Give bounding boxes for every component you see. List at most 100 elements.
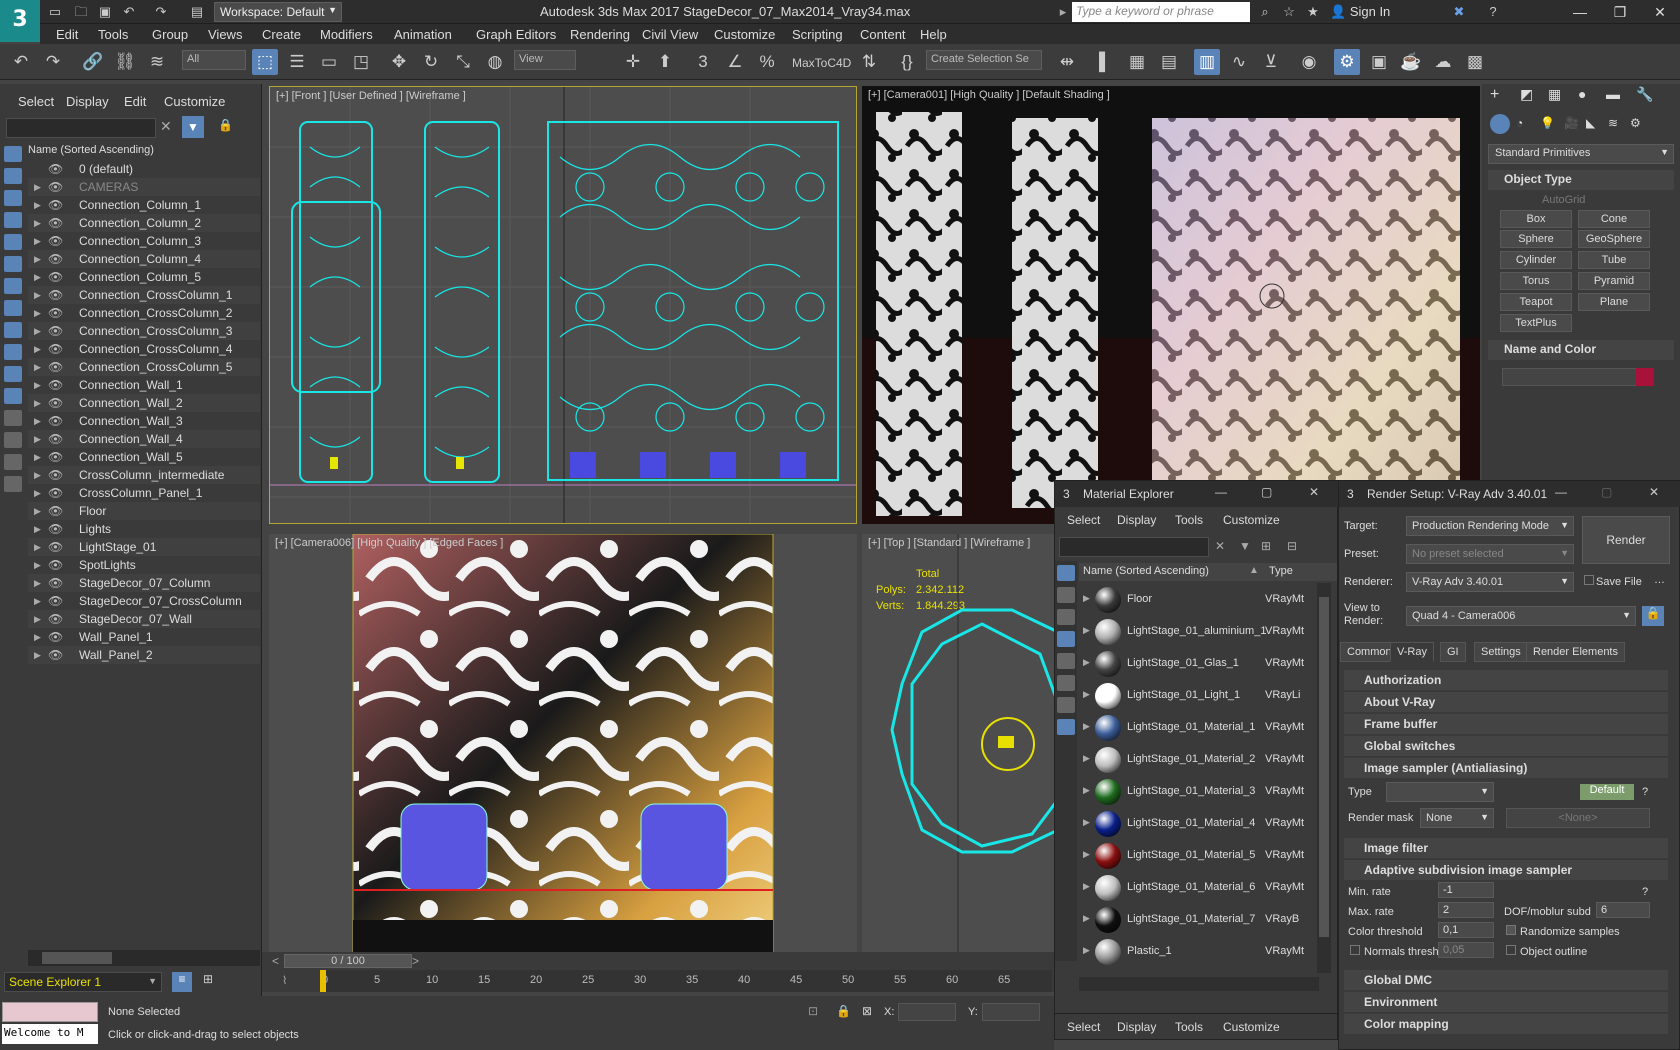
expand-arrow-icon[interactable]: ▶ — [34, 178, 41, 196]
expand-arrow-icon[interactable]: ▶ — [1083, 689, 1090, 700]
display-materials-icon[interactable] — [1057, 565, 1075, 581]
visibility-eye-icon[interactable]: 👁 — [48, 196, 63, 214]
color-mapping-section[interactable]: Color mapping — [1344, 1014, 1668, 1034]
place-icon[interactable]: ◍ — [482, 49, 508, 75]
visibility-eye-icon[interactable]: 👁 — [48, 322, 63, 340]
create-tab-icon[interactable]: + — [1490, 86, 1499, 104]
undo-icon[interactable]: ↶ — [120, 3, 138, 21]
teapot-button[interactable]: Teapot — [1500, 293, 1572, 311]
display-cameras-icon[interactable] — [4, 212, 22, 228]
scene-list-item[interactable]: ▶ 👁 Connection_CrossColumn_4 — [28, 340, 260, 358]
time-slider[interactable]: 0 / 100 — [284, 954, 412, 968]
more-options-icon[interactable]: … — [1654, 574, 1665, 586]
systems-icon[interactable]: ⚙ — [1630, 116, 1641, 130]
authorization-section[interactable]: Authorization — [1344, 670, 1668, 690]
search-input[interactable]: Type a keyword or phrase — [1072, 2, 1250, 22]
tube-button[interactable]: Tube — [1578, 251, 1650, 269]
cameras-icon[interactable]: 🎥 — [1564, 116, 1579, 130]
chevron-right-icon[interactable]: ▸ — [1054, 3, 1072, 21]
scene-list-item[interactable]: ▶ 👁 CAMERAS — [28, 178, 260, 196]
torus-button[interactable]: Torus — [1500, 272, 1572, 290]
target-dropdown[interactable]: Production Rendering Mode ▼ — [1406, 516, 1574, 536]
mirror-icon[interactable]: ⇹ — [1054, 49, 1080, 75]
named-selection-icon[interactable]: {} — [894, 49, 920, 75]
visibility-eye-icon[interactable]: 👁 — [48, 286, 63, 304]
display-bones-icon[interactable] — [4, 322, 22, 338]
material-list-item[interactable]: ▶ LightStage_01_Light_1 VRayLi — [1079, 679, 1325, 713]
selection-filter-dropdown[interactable]: All — [182, 50, 246, 70]
scene-list-item[interactable]: ▶ 👁 Connection_CrossColumn_5 — [28, 358, 260, 376]
visibility-eye-icon[interactable]: 👁 — [48, 592, 63, 610]
visibility-eye-icon[interactable]: 👁 — [48, 232, 63, 250]
visibility-eye-icon[interactable]: 👁 — [48, 178, 63, 196]
visibility-eye-icon[interactable]: 👁 — [48, 448, 63, 466]
scale-icon[interactable]: ⤡ — [450, 49, 476, 75]
expand-arrow-icon[interactable]: ▶ — [34, 304, 41, 322]
scene-list-item[interactable]: ▶ 👁 Floor — [28, 502, 260, 520]
helpers-icon[interactable]: ◣ — [1586, 116, 1595, 130]
plane-button[interactable]: Plane — [1578, 293, 1650, 311]
matexp-bottom-display[interactable]: Display — [1117, 1020, 1156, 1034]
scene-horizontal-scrollbar[interactable] — [28, 950, 260, 966]
space-warps-icon[interactable]: ≋ — [1608, 116, 1618, 130]
menu-content[interactable]: Content — [860, 27, 906, 42]
scene-list-item[interactable]: ▶ 👁 Connection_Column_4 — [28, 250, 260, 268]
expand-arrow-icon[interactable]: ▶ — [34, 502, 41, 520]
tab-settings[interactable]: Settings — [1474, 642, 1528, 662]
close-button[interactable]: ✕ — [1649, 485, 1659, 499]
viewport-front-label[interactable]: [+] [Front ] [User Defined ] [Wireframe … — [276, 90, 466, 102]
open-file-icon[interactable]: 🗀 — [72, 3, 90, 21]
view-to-render-dropdown[interactable]: Quad 4 - Camera006 ▼ — [1406, 606, 1636, 626]
display-hidden-icon[interactable] — [4, 388, 22, 404]
expand-arrow-icon[interactable]: ▶ — [34, 250, 41, 268]
expand-arrow-icon[interactable]: ▶ — [34, 466, 41, 484]
visibility-eye-icon[interactable]: 👁 — [48, 430, 63, 448]
expand-arrow-icon[interactable]: ▶ — [1083, 721, 1090, 732]
schematic-view-icon[interactable]: ⊻ — [1258, 49, 1284, 75]
scene-list-item[interactable]: ▶ 👁 StageDecor_07_CrossColumn — [28, 592, 260, 610]
binoculars-icon[interactable]: ⌕ — [1256, 3, 1274, 21]
expand-arrow-icon[interactable]: ▶ — [1083, 593, 1090, 604]
help-icon[interactable]: ? — [1642, 786, 1648, 798]
expand-arrow-icon[interactable]: ▶ — [34, 232, 41, 250]
scene-menu-display[interactable]: Display — [66, 94, 109, 109]
material-list-item[interactable]: ▶ LightStage_01_Glas_1 VRayMt — [1079, 647, 1325, 681]
reference-coordinate-dropdown[interactable]: View — [514, 50, 576, 70]
link-icon[interactable]: 🔗 — [80, 49, 106, 75]
menu-civil-view[interactable]: Civil View — [642, 27, 698, 42]
menu-views[interactable]: Views — [208, 27, 242, 42]
project-icon[interactable]: ▤ — [188, 3, 206, 21]
selection-set-dropdown[interactable]: Create Selection Se — [926, 50, 1042, 70]
normals-checkbox[interactable] — [1350, 945, 1360, 955]
scene-list-item[interactable]: ▶ 👁 Lights — [28, 520, 260, 538]
layer-explorer-toggle-icon[interactable]: ≡ — [172, 972, 192, 992]
expand-arrow-icon[interactable]: ▶ — [1083, 881, 1090, 892]
tab-gi[interactable]: GI — [1440, 642, 1466, 662]
visibility-eye-icon[interactable]: 👁 — [48, 484, 63, 502]
menu-help[interactable]: Help — [920, 27, 947, 42]
select-object-icon[interactable]: ⬚ — [252, 49, 278, 75]
scene-list-item[interactable]: ▶ 👁 CrossColumn_Panel_1 — [28, 484, 260, 502]
expand-arrow-icon[interactable]: ▶ — [34, 322, 41, 340]
material-search-input[interactable] — [1059, 537, 1209, 557]
expand-arrow-icon[interactable]: ▶ — [34, 430, 41, 448]
unlink-icon[interactable]: ⛓ — [112, 49, 138, 75]
expand-arrow-icon[interactable]: ▶ — [34, 358, 41, 376]
expand-arrow-icon[interactable]: ▶ — [34, 628, 41, 646]
expand-arrow-icon[interactable]: ▶ — [34, 268, 41, 286]
visibility-eye-icon[interactable]: 👁 — [48, 340, 63, 358]
display-tab-icon[interactable]: ▬ — [1606, 86, 1620, 102]
expand-arrow-icon[interactable]: ▶ — [34, 556, 41, 574]
renderer-dropdown[interactable]: V-Ray Adv 3.40.01 ▼ — [1406, 572, 1574, 592]
environment-section[interactable]: Environment — [1344, 992, 1668, 1012]
display-all-icon[interactable] — [4, 410, 22, 426]
scene-list-item[interactable]: ▶ 👁 CrossColumn_intermediate — [28, 466, 260, 484]
randomize-checkbox[interactable] — [1506, 925, 1516, 935]
sign-in-button[interactable]: 👤 Sign In — [1330, 4, 1390, 20]
scene-list-item[interactable]: ▶ 👁 Connection_Wall_4 — [28, 430, 260, 448]
bind-space-warp-icon[interactable]: ≋ — [144, 49, 170, 75]
time-cursor[interactable] — [320, 970, 326, 992]
scene-list-item[interactable]: ▶ 👁 Connection_Column_1 — [28, 196, 260, 214]
expand-arrow-icon[interactable]: ▶ — [34, 520, 41, 538]
viewport-camera001-label[interactable]: [+] [Camera001] [High Quality ] [Default… — [868, 89, 1110, 101]
